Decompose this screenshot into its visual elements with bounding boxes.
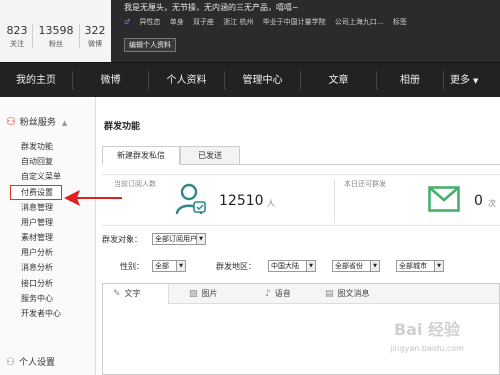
editor-tab-text[interactable]: ✎ 文字: [103, 284, 169, 304]
profile-header: 823 关注 13598 粉丝 322 微博 我是无厘头，无节操，无内涵的三无产…: [0, 0, 500, 62]
chevron-down-icon: ▼: [434, 261, 443, 271]
mail-icon: [428, 186, 460, 212]
stat-divider: [32, 24, 33, 48]
person-icon: ⚇: [6, 357, 15, 368]
broadcast-tabs: 新建群发私信 已发送: [102, 146, 500, 165]
main-nav: 我的主页 微博 个人资料 管理中心 文章 相册 更多 ▼: [0, 62, 500, 97]
sidebar-section-personal-settings[interactable]: ⚇ 个人设置: [6, 355, 55, 368]
sidebar-item-paid-settings[interactable]: 付费设置: [10, 184, 62, 200]
nav-more-label: 更多: [450, 75, 470, 86]
sidebar-menu: 群发功能 自动回复 自定义菜单 付费设置 消息管理 用户管理 素材管理 用户分析…: [0, 139, 96, 321]
gender-select-value: 全部: [155, 262, 169, 270]
nav-divider: [443, 71, 444, 90]
city-select[interactable]: 全部城市 ▼: [396, 260, 444, 272]
target-select-value: 全部订阅用户: [155, 235, 197, 243]
sidebar: ⚇ 粉丝服务 ▲ 群发功能 自动回复 自定义菜单 付费设置 消息管理 用户管理 素材…: [0, 97, 96, 375]
subscribers-label: 当前订阅人数: [114, 180, 156, 188]
remaining-count: 0: [474, 193, 483, 209]
tab-sent[interactable]: 已发送: [180, 146, 240, 165]
province-select-value: 全部省份: [335, 262, 363, 270]
sidebar-item-service-center[interactable]: 服务中心: [0, 291, 96, 306]
chevron-down-icon: ▼: [370, 261, 379, 271]
profile-tagline: 我是无厘头，无节操，无内涵的三无产品，嘻嘻~: [124, 3, 299, 12]
country-select[interactable]: 中国大陆 ▼: [268, 260, 316, 272]
stats-divider: [334, 179, 335, 223]
editor-tab-article[interactable]: ▤ 图文消息: [325, 284, 370, 304]
gender-select[interactable]: 全部 ▼: [152, 260, 186, 272]
edit-profile-button[interactable]: 编辑个人资料: [124, 38, 176, 52]
nav-weibo[interactable]: 微博: [73, 63, 148, 98]
chevron-up-icon: ▲: [61, 119, 68, 127]
stat-following[interactable]: 823 关注: [4, 24, 30, 49]
info-company[interactable]: 公司上海九口...: [335, 18, 384, 26]
editor-tabs: ✎ 文字 ▨ 图片 ♪ 语音 ▤ 图文消息: [103, 284, 499, 304]
target-label: 群发对象：: [102, 235, 142, 244]
target-select[interactable]: 全部订阅用户 ▼: [152, 233, 206, 245]
sidebar-item-developer-center[interactable]: 开发者中心: [0, 306, 96, 321]
nav-home[interactable]: 我的主页: [0, 63, 72, 98]
broadcast-stats-panel: 当前订阅人数 12510 人 本日还可群发 0 次: [102, 174, 500, 226]
subscribers-count: 12510: [219, 193, 264, 209]
watermark-url: jingyan.baidu.com: [390, 344, 464, 353]
sidebar-item-user-analytics[interactable]: 用户分析: [0, 245, 96, 260]
chevron-down-icon: ▼: [176, 261, 185, 271]
editor-tab-image[interactable]: ▨ 图片: [189, 284, 218, 304]
sidebar-section-fan-service[interactable]: ⚇ 粉丝服务 ▲: [6, 115, 67, 128]
subscriber-user-icon: [175, 183, 206, 215]
info-zodiac: 双子座: [192, 18, 214, 26]
profile-stats: 823 关注 13598 粉丝 322 微博: [0, 0, 111, 62]
editor-tab-voice[interactable]: ♪ 语音: [265, 284, 291, 304]
info-school[interactable]: 毕业于中国计量学院: [263, 18, 326, 26]
subscribers-unit: 人: [267, 199, 275, 208]
region-label: 群发地区：: [216, 262, 256, 271]
pencil-icon: ✎: [113, 289, 121, 299]
sidebar-item-broadcast[interactable]: 群发功能: [0, 139, 96, 154]
microphone-icon: ♪: [265, 289, 271, 299]
chevron-down-icon: ▼: [306, 261, 315, 271]
info-tags[interactable]: 标签: [393, 18, 407, 26]
nav-album[interactable]: 相册: [377, 63, 443, 98]
stat-posts[interactable]: 322 微博: [83, 24, 107, 49]
stat-followers[interactable]: 13598 粉丝: [36, 24, 76, 49]
nav-management[interactable]: 管理中心: [225, 63, 300, 98]
page-title: 群发功能: [104, 122, 141, 132]
remaining-unit: 次: [488, 199, 496, 208]
person-icon: ⚇: [6, 115, 16, 128]
nav-articles[interactable]: 文章: [301, 63, 376, 98]
profile-info-row: ♂ 异性恋 单身 双子座 浙江 杭州 毕业于中国计量学院 公司上海九口... 标…: [124, 17, 414, 27]
remaining-label: 本日还可群发: [344, 180, 386, 188]
stat-divider: [79, 24, 80, 48]
city-select-value: 全部城市: [399, 262, 427, 270]
info-status: 单身: [169, 18, 184, 26]
sidebar-item-auto-reply[interactable]: 自动回复: [0, 154, 96, 169]
tab-new-broadcast[interactable]: 新建群发私信: [102, 146, 180, 165]
province-select[interactable]: 全部省份 ▼: [332, 260, 380, 272]
info-location: 浙江 杭州: [223, 18, 254, 26]
info-orientation: 异性恋: [139, 18, 161, 26]
sidebar-item-api-analytics[interactable]: 接口分析: [0, 276, 96, 291]
chevron-down-icon: ▼: [196, 234, 205, 244]
article-icon: ▤: [325, 289, 334, 299]
gender-icon: ♂: [124, 18, 131, 26]
gender-label: 性别：: [120, 262, 144, 271]
sidebar-item-custom-menu[interactable]: 自定义菜单: [0, 169, 96, 184]
country-select-value: 中国大陆: [271, 262, 299, 270]
sidebar-item-users[interactable]: 用户管理: [0, 215, 96, 230]
image-icon: ▨: [189, 289, 198, 299]
watermark-logo: Bai 经验 jingyan.baidu.com: [354, 316, 500, 372]
sidebar-item-materials[interactable]: 素材管理: [0, 230, 96, 245]
nav-profile[interactable]: 个人资料: [149, 63, 224, 98]
watermark-brand: Bai 经验: [393, 320, 461, 339]
sidebar-item-message-analytics[interactable]: 消息分析: [0, 260, 96, 275]
nav-more[interactable]: 更多 ▼: [450, 63, 500, 98]
chevron-down-icon: ▼: [473, 77, 479, 85]
